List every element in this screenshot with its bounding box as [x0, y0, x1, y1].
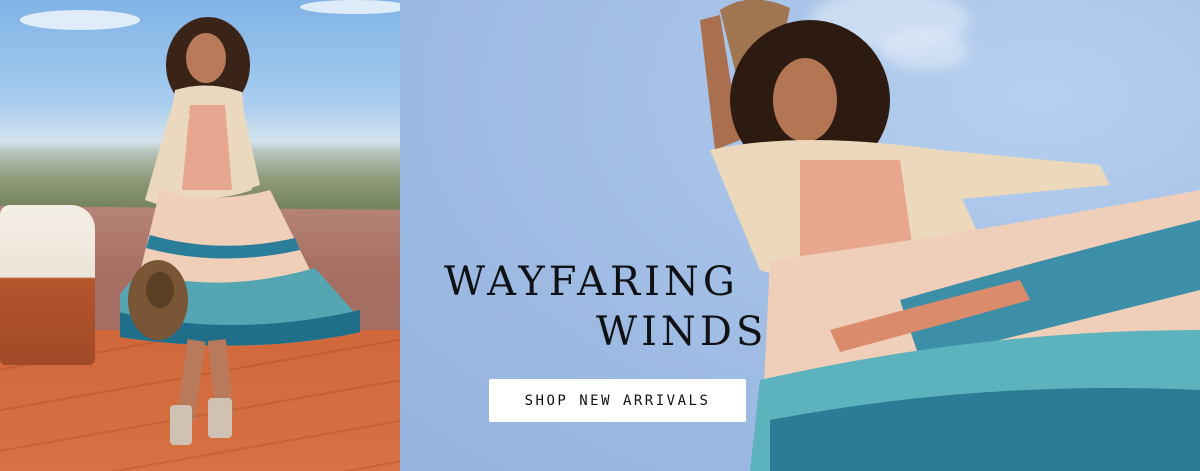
patio-chair [0, 205, 95, 365]
model-figure-right [700, 0, 1200, 471]
shop-new-arrivals-button[interactable]: SHOP NEW ARRIVALS [489, 379, 746, 422]
left-lifestyle-photo [0, 0, 400, 471]
headline-line-1: WAYFARING [444, 259, 739, 305]
headline-line-2: WINDS [596, 309, 768, 355]
model-figure-left [120, 17, 360, 445]
hero-banner: WAYFARING WINDS SHOP NEW ARRIVALS [0, 0, 1200, 471]
headline: WAYFARING WINDS [444, 262, 804, 352]
